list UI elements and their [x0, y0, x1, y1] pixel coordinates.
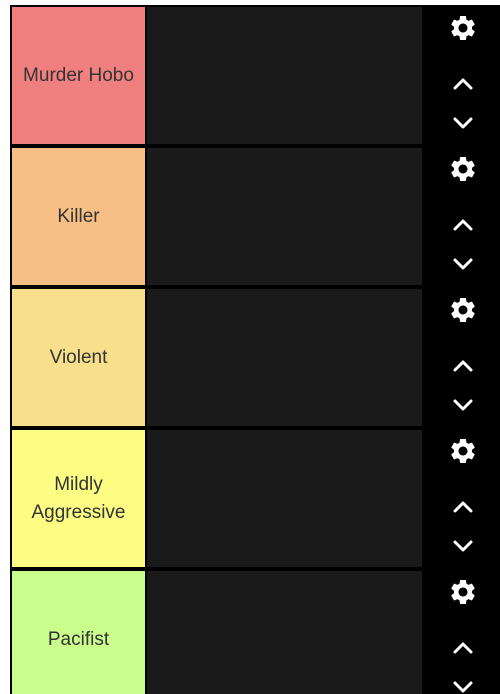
tier-drop-zone[interactable] [147, 430, 422, 567]
tier-row: Murder Hobo [10, 5, 500, 146]
tier-drop-zone[interactable] [147, 7, 422, 144]
tier-drop-zone[interactable] [147, 571, 422, 694]
tier-controls [424, 146, 500, 287]
tier-drop-zone[interactable] [147, 148, 422, 285]
tier-label[interactable]: Killer [12, 148, 145, 285]
tier-label[interactable]: Pacifist [12, 571, 145, 694]
tier-drop-zone[interactable] [147, 289, 422, 426]
gear-icon[interactable] [448, 436, 478, 466]
tier-row: Violent [10, 287, 500, 428]
chevron-up-icon[interactable] [448, 210, 478, 240]
tier-row: Killer [10, 146, 500, 287]
tier-controls [424, 569, 500, 694]
gear-icon[interactable] [448, 154, 478, 184]
tier-label[interactable]: Violent [12, 289, 145, 426]
chevron-down-icon[interactable] [448, 390, 478, 420]
chevron-down-icon[interactable] [448, 672, 478, 694]
tier-controls [424, 5, 500, 146]
tier-row: Mildly Aggressive [10, 428, 500, 569]
gear-icon[interactable] [448, 13, 478, 43]
chevron-down-icon[interactable] [448, 249, 478, 279]
chevron-up-icon[interactable] [448, 633, 478, 663]
tier-row: Pacifist [10, 569, 500, 694]
chevron-down-icon[interactable] [448, 108, 478, 138]
tier-label[interactable]: Murder Hobo [12, 7, 145, 144]
tier-controls [424, 428, 500, 569]
gear-icon[interactable] [448, 295, 478, 325]
tier-list: Murder Hobo Killer Violent Mildly Aggres… [10, 5, 500, 694]
tier-label[interactable]: Mildly Aggressive [12, 430, 145, 567]
gear-icon[interactable] [448, 577, 478, 607]
chevron-down-icon[interactable] [448, 531, 478, 561]
tier-controls [424, 287, 500, 428]
chevron-up-icon[interactable] [448, 492, 478, 522]
chevron-up-icon[interactable] [448, 351, 478, 381]
chevron-up-icon[interactable] [448, 69, 478, 99]
